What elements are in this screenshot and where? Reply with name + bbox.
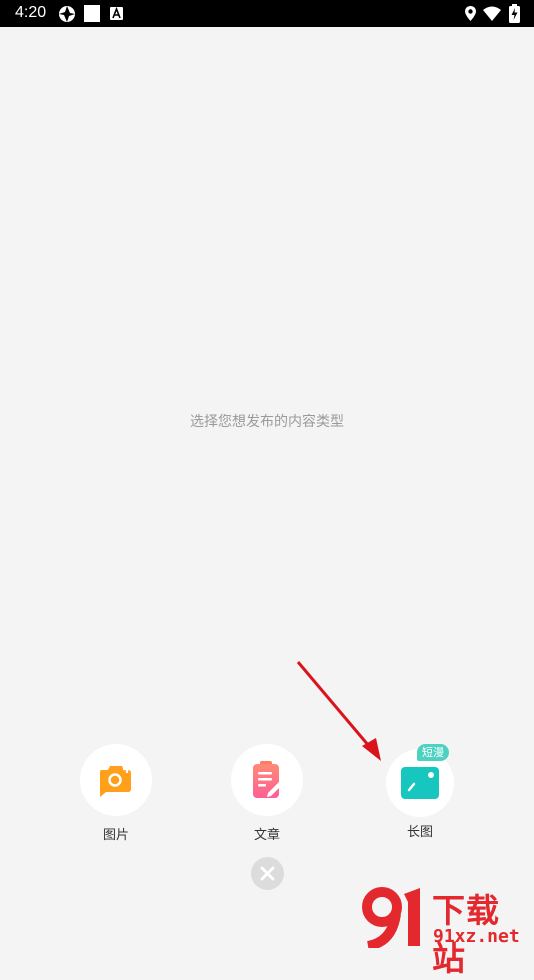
annotation-arrow [296, 661, 381, 761]
watermark-url: 91xz.net [433, 926, 520, 947]
site-watermark: 下载站 91xz.net [360, 884, 532, 978]
watermark-logo-icon [362, 887, 420, 948]
